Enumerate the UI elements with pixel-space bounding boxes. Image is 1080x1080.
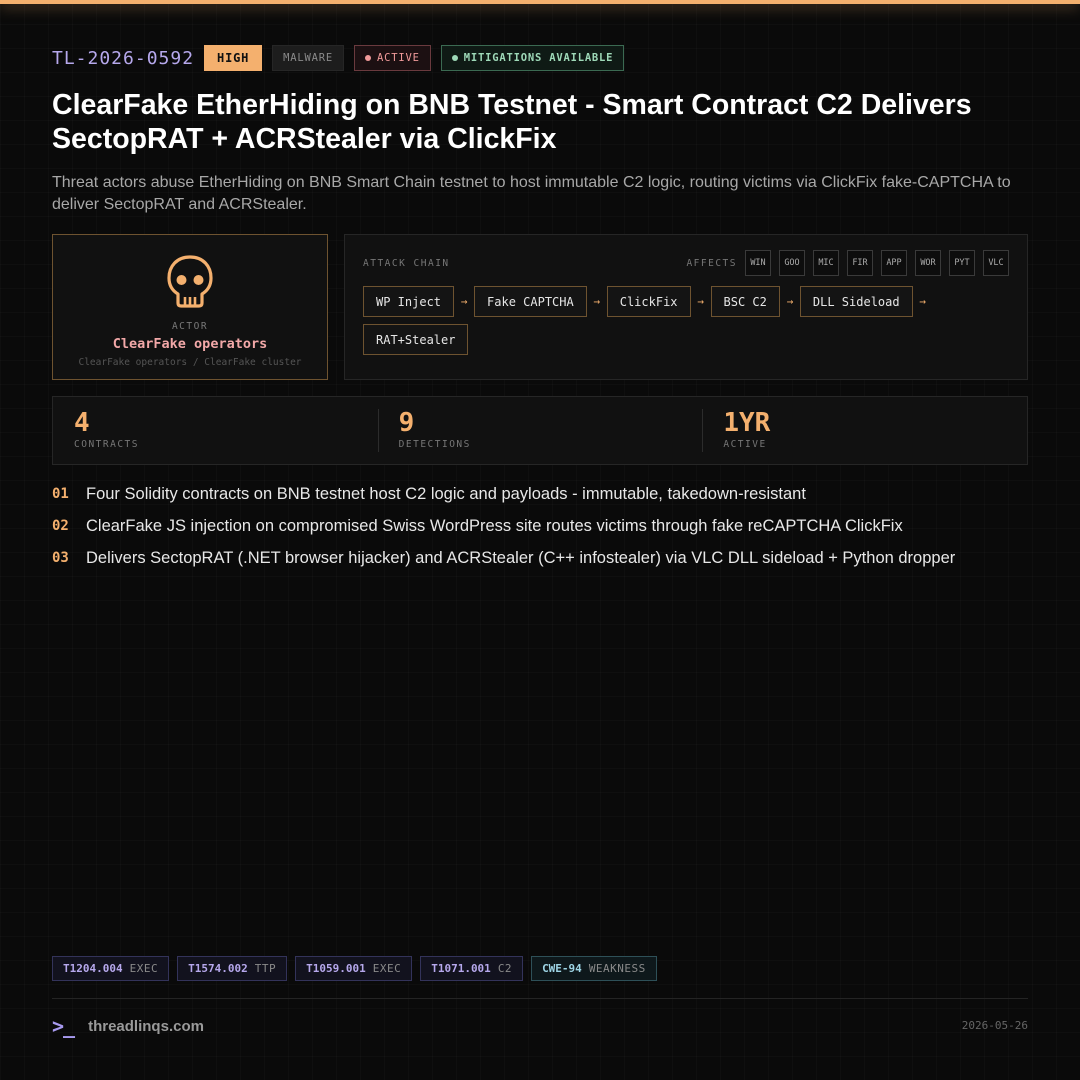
category-badge: MALWARE	[272, 45, 345, 71]
list-item: 02 ClearFake JS injection on compromised…	[52, 514, 1012, 538]
stat-value: 1YR	[723, 408, 771, 438]
affects-chip: PYT	[949, 250, 975, 276]
severity-badge: HIGH	[204, 45, 263, 71]
technique-tags: T1204.004 EXEC T1574.002 TTP T1059.001 EXEC…	[52, 956, 657, 981]
brand-name: threadlinqs.com	[88, 1017, 204, 1035]
chain-step: Fake CAPTCHA	[474, 286, 587, 317]
stat-value: 4	[74, 408, 90, 438]
technique-kind: EXEC	[372, 962, 402, 975]
technique-id: T1574.002	[188, 962, 248, 975]
status-label: ACTIVE	[377, 52, 420, 64]
point-number: 03	[52, 550, 69, 566]
stat-label: CONTRACTS	[74, 439, 139, 450]
technique-tag: T1204.004 EXEC	[52, 956, 170, 981]
chain-step: BSC C2	[710, 286, 780, 317]
actor-aliases: ClearFake operators / ClearFake cluster	[78, 357, 302, 368]
actor-label: ACTOR	[171, 321, 209, 332]
terminal-prompt-icon: >_	[52, 1014, 75, 1038]
chain-arrow-icon: →	[593, 295, 601, 308]
point-text: ClearFake JS injection on compromised Sw…	[86, 517, 903, 535]
skull-icon	[167, 255, 213, 308]
key-points-list: 01 Four Solidity contracts on BNB testne…	[52, 482, 1012, 578]
technique-kind: EXEC	[129, 962, 159, 975]
stat-contracts: 4 CONTRACTS	[53, 397, 378, 464]
affects-list: AFFECTS WIN GOO MIC FIR APP WOR PYT VLC	[686, 250, 1009, 276]
chain-arrow-icon: →	[460, 295, 468, 308]
technique-kind: TTP	[254, 962, 277, 975]
affects-chip: WOR	[915, 250, 941, 276]
stat-detections: 9 DETECTIONS	[377, 397, 703, 464]
list-item: 03 Delivers SectopRAT (.NET browser hija…	[52, 546, 1012, 570]
status-dot-icon	[365, 55, 372, 61]
chain-step: RAT+Stealer	[363, 324, 469, 355]
affects-chip: MIC	[813, 250, 839, 276]
chain-step: DLL Sideload	[799, 286, 913, 317]
header-tag-row: TL-2026-0592 HIGH MALWARE ACTIVE MITIGAT…	[52, 45, 625, 71]
weakness-tag: CWE-94 WEAKNESS	[531, 956, 657, 981]
affects-chip: WIN	[745, 250, 771, 276]
page-title: ClearFake EtherHiding on BNB Testnet - S…	[52, 89, 972, 155]
attack-chain-card: ATTACK CHAIN AFFECTS WIN GOO MIC FIR APP…	[344, 234, 1028, 380]
stat-label: DETECTIONS	[398, 439, 471, 450]
technique-tag: T1059.001 EXEC	[295, 956, 413, 981]
chain-arrow-icon: →	[697, 295, 704, 308]
mitigation-badge: MITIGATIONS AVAILABLE	[440, 45, 625, 71]
point-number: 01	[52, 486, 69, 502]
technique-tag: T1071.001 C2	[420, 956, 524, 981]
attack-chain-steps: WP Inject → Fake CAPTCHA → ClickFix → BS…	[363, 286, 1013, 355]
stat-active: 1YR ACTIVE	[702, 397, 1027, 464]
page-subtitle: Threat actors abuse EtherHiding on BNB S…	[52, 174, 1011, 213]
point-text: Four Solidity contracts on BNB testnet h…	[86, 485, 806, 503]
footer-brand: >_ threadlinqs.com	[52, 1014, 204, 1038]
actor-name: ClearFake operators	[112, 336, 268, 352]
technique-tag: T1574.002 TTP	[177, 956, 288, 981]
ticket-id: TL-2026-0592	[52, 47, 195, 69]
technique-kind: C2	[497, 962, 513, 975]
chain-step: WP Inject	[363, 286, 455, 317]
weakness-kind: WEAKNESS	[588, 962, 646, 975]
footer-divider	[52, 998, 1028, 999]
technique-id: T1204.004	[63, 962, 123, 975]
affects-chip: VLC	[983, 250, 1009, 276]
chain-step: ClickFix	[606, 286, 691, 317]
footer-date: 2026-05-26	[961, 1019, 1028, 1032]
attack-chain-label: ATTACK CHAIN	[363, 258, 450, 269]
chain-arrow-icon: →	[786, 295, 794, 308]
affects-chip: GOO	[779, 250, 805, 276]
mitigation-dot-icon	[451, 55, 458, 61]
stat-value: 9	[398, 408, 415, 438]
status-badge: ACTIVE	[354, 45, 431, 71]
chain-arrow-icon: →	[919, 295, 926, 308]
top-accent-bar	[0, 0, 1080, 4]
weakness-id: CWE-94	[542, 962, 582, 975]
affects-chip: APP	[881, 250, 907, 276]
mitigation-label: MITIGATIONS AVAILABLE	[463, 52, 614, 64]
stats-panel: 4 CONTRACTS 9 DETECTIONS 1YR ACTIVE	[52, 396, 1028, 465]
technique-id: T1059.001	[306, 962, 366, 975]
affects-label: AFFECTS	[686, 257, 737, 269]
point-number: 02	[52, 518, 69, 534]
affects-chip: FIR	[847, 250, 873, 276]
technique-id: T1071.001	[431, 962, 491, 975]
stat-label: ACTIVE	[723, 439, 767, 450]
point-text: Delivers SectopRAT (.NET browser hijacke…	[86, 549, 956, 567]
list-item: 01 Four Solidity contracts on BNB testne…	[52, 482, 1012, 506]
actor-card: ACTOR ClearFake operators ClearFake oper…	[52, 234, 328, 380]
